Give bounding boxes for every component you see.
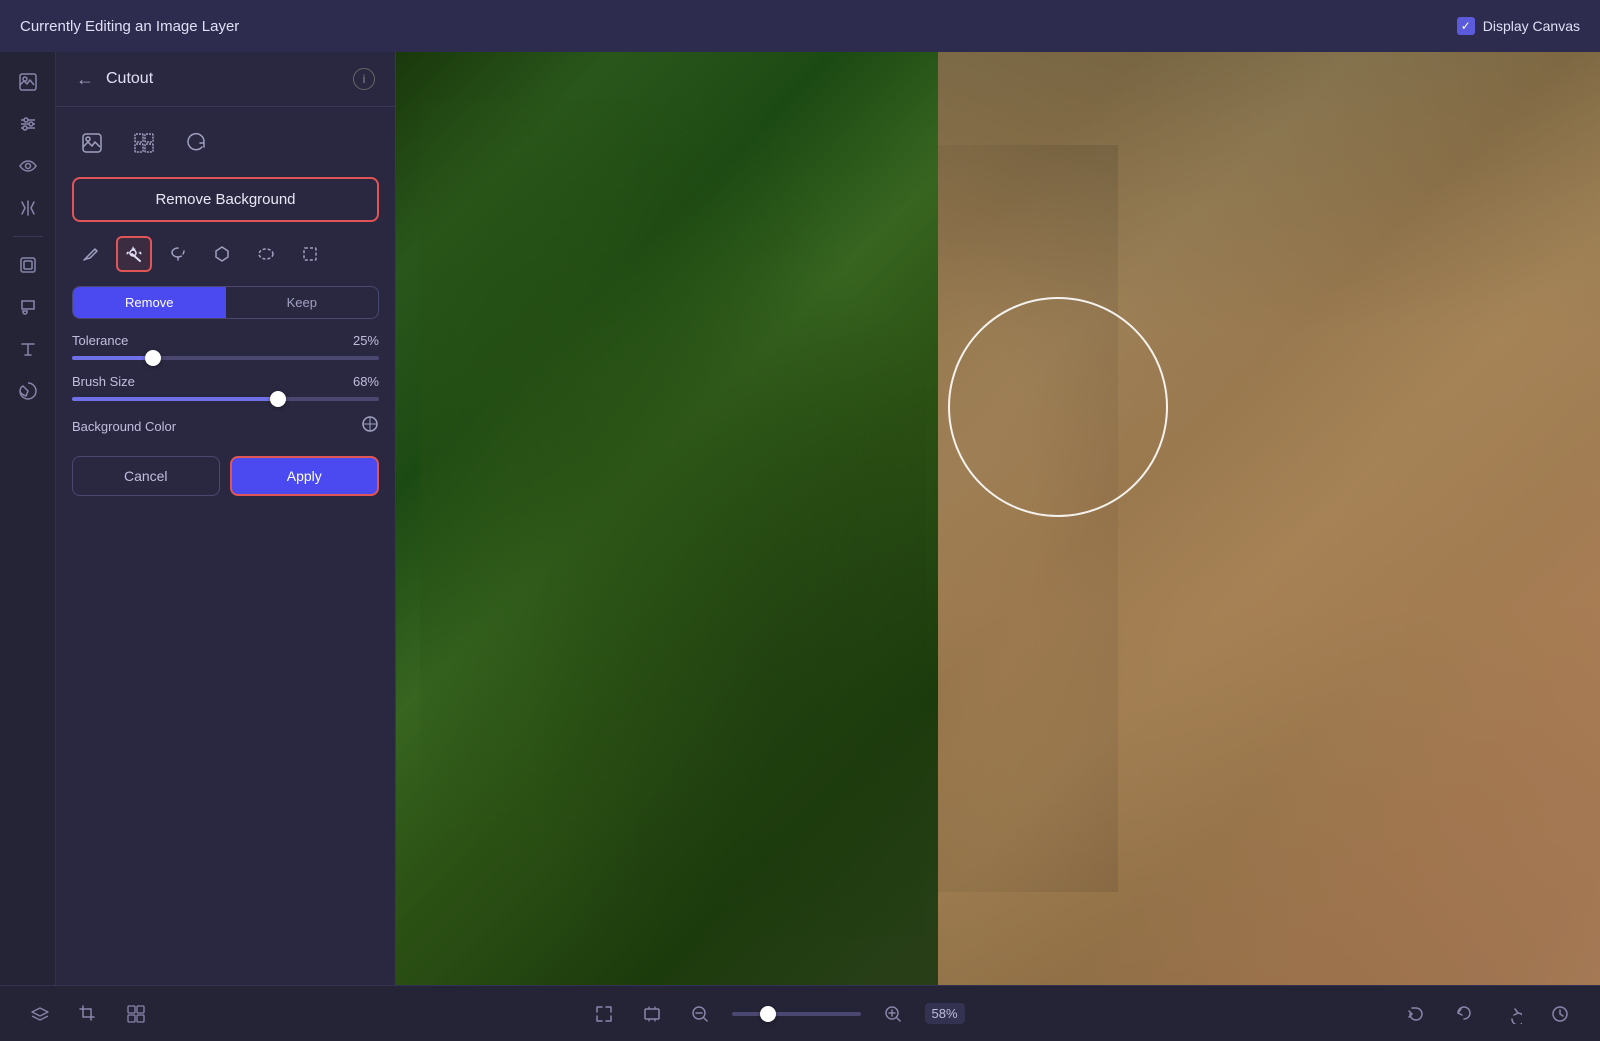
panel-header-left: ← Cutout: [76, 69, 153, 90]
bottom-toolbar: 58%: [0, 985, 1600, 1041]
sidebar-icon-text[interactable]: [10, 331, 46, 367]
bg-color-label: Background Color: [72, 419, 176, 434]
pen-tool-button[interactable]: [72, 236, 108, 272]
history-icon[interactable]: [1544, 998, 1576, 1030]
polygon-tool-button[interactable]: [204, 236, 240, 272]
canvas-area[interactable]: [396, 52, 1600, 985]
color-picker-icon[interactable]: [361, 415, 379, 438]
left-sidebar: [0, 52, 56, 985]
lasso-tool-button[interactable]: [160, 236, 196, 272]
topbar: Currently Editing an Image Layer ✓ Displ…: [0, 0, 1600, 52]
brush-size-value: 68%: [353, 374, 379, 389]
tolerance-slider[interactable]: [72, 356, 379, 360]
main-content: ← Cutout i: [0, 52, 1600, 985]
back-button[interactable]: ←: [76, 69, 94, 90]
cutout-select-icon[interactable]: [124, 123, 164, 163]
history-back-alt-icon[interactable]: [1400, 998, 1432, 1030]
top-icon-row: [72, 123, 379, 163]
zoom-control: [732, 1012, 861, 1016]
bottom-tools-right: [1400, 998, 1576, 1030]
panel-title: Cutout: [106, 70, 153, 88]
bottom-tools-left: [24, 998, 152, 1030]
ellipse-select-button[interactable]: [248, 236, 284, 272]
sidebar-icon-eye[interactable]: [10, 148, 46, 184]
redo-icon[interactable]: [1496, 998, 1528, 1030]
topbar-title: Currently Editing an Image Layer: [20, 18, 239, 35]
sidebar-icon-effects[interactable]: [10, 190, 46, 226]
zoom-value: 58%: [925, 1003, 965, 1024]
tolerance-label-row: Tolerance 25%: [72, 333, 379, 348]
undo-icon[interactable]: [1448, 998, 1480, 1030]
sidebar-icon-sticker[interactable]: [10, 373, 46, 409]
apply-button[interactable]: Apply: [230, 456, 380, 496]
layers-icon[interactable]: [24, 998, 56, 1030]
crop-icon[interactable]: [72, 998, 104, 1030]
tolerance-section: Tolerance 25%: [72, 333, 379, 360]
expand-icon[interactable]: [588, 998, 620, 1030]
topbar-right: ✓ Display Canvas: [1457, 17, 1580, 35]
sidebar-icon-image[interactable]: [10, 64, 46, 100]
action-row: Cancel Apply: [72, 456, 379, 496]
display-canvas-checkbox[interactable]: ✓: [1457, 17, 1475, 35]
cutout-panel: ← Cutout i: [56, 52, 396, 985]
zoom-in-icon[interactable]: [877, 998, 909, 1030]
rect-select-button[interactable]: [292, 236, 328, 272]
remove-background-button[interactable]: Remove Background: [72, 177, 379, 222]
keep-toggle-button[interactable]: Keep: [226, 287, 379, 318]
zoom-slider[interactable]: [732, 1012, 861, 1016]
background-color-row: Background Color: [72, 415, 379, 438]
bottom-tools-center: 58%: [588, 998, 965, 1030]
brush-size-section: Brush Size 68%: [72, 374, 379, 401]
panel-header: ← Cutout i: [56, 52, 395, 107]
sidebar-icon-paint[interactable]: [10, 289, 46, 325]
cutout-main-icon[interactable]: [72, 123, 112, 163]
sidebar-icon-layers[interactable]: [10, 247, 46, 283]
tolerance-label: Tolerance: [72, 333, 128, 348]
refresh-icon[interactable]: [176, 123, 216, 163]
panel-body: Remove Background: [56, 107, 395, 512]
sidebar-icon-adjustments[interactable]: [10, 106, 46, 142]
grid-icon[interactable]: [120, 998, 152, 1030]
cancel-button[interactable]: Cancel: [72, 456, 220, 496]
brush-size-slider[interactable]: [72, 397, 379, 401]
fit-screen-icon[interactable]: [636, 998, 668, 1030]
brush-size-label-row: Brush Size 68%: [72, 374, 379, 389]
magic-wand-tool-button[interactable]: [116, 236, 152, 272]
zoom-out-icon[interactable]: [684, 998, 716, 1030]
info-button[interactable]: i: [353, 68, 375, 90]
brush-size-label: Brush Size: [72, 374, 135, 389]
tool-row: [72, 236, 379, 272]
tolerance-value: 25%: [353, 333, 379, 348]
sidebar-divider-1: [13, 236, 43, 237]
plant-detail: [420, 99, 926, 939]
display-canvas-label: Display Canvas: [1483, 18, 1580, 34]
remove-keep-toggle: Remove Keep: [72, 286, 379, 319]
remove-toggle-button[interactable]: Remove: [73, 287, 226, 318]
